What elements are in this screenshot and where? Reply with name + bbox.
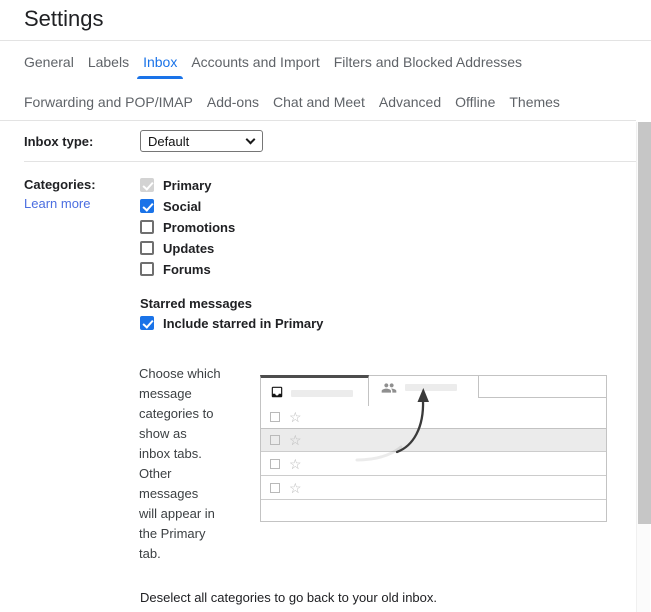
checkbox-social-label[interactable]: Social — [163, 199, 201, 214]
settings-tabs-row-1: General Labels Inbox Accounts and Import… — [24, 54, 522, 79]
preview-row-highlighted: ☆ — [261, 428, 606, 452]
checkbox-placeholder-icon — [270, 435, 280, 445]
tab-general[interactable]: General — [24, 54, 74, 70]
categories-checkbox-list: Primary Social Promotions Updates Forums — [140, 177, 235, 277]
star-icon: ☆ — [289, 408, 302, 425]
tab-labels[interactable]: Labels — [88, 54, 129, 70]
checkbox-updates-label[interactable]: Updates — [163, 241, 214, 256]
divider-under-title — [0, 40, 651, 41]
inbox-type-label: Inbox type: — [24, 134, 94, 149]
scrollbar-thumb[interactable] — [638, 122, 651, 524]
inbox-type-selected-value: Default — [148, 133, 190, 149]
checkbox-promotions-label[interactable]: Promotions — [163, 220, 235, 235]
settings-tabs-row-2: Forwarding and POP/IMAP Add-ons Chat and… — [24, 94, 560, 110]
people-icon — [381, 383, 397, 393]
tab-themes[interactable]: Themes — [509, 94, 560, 110]
star-icon: ☆ — [289, 479, 302, 496]
chevron-down-icon — [245, 134, 256, 144]
category-row-promotions: Promotions — [140, 220, 235, 235]
divider-under-inbox-type — [24, 161, 636, 162]
checkbox-primary — [140, 178, 154, 192]
page-title: Settings — [24, 6, 104, 31]
preview-message-rows: ☆ ☆ ☆ ☆ — [261, 405, 606, 520]
checkbox-updates[interactable] — [140, 241, 154, 255]
checkbox-placeholder-icon — [270, 411, 280, 422]
inbox-icon — [271, 386, 283, 398]
checkbox-placeholder-icon — [270, 458, 280, 469]
category-row-social: Social — [140, 199, 235, 214]
star-icon: ☆ — [289, 432, 302, 448]
preview-social-tab — [369, 375, 479, 398]
tab-chat-and-meet[interactable]: Chat and Meet — [273, 94, 365, 110]
categories-label: Categories: — [24, 177, 96, 192]
learn-more-link[interactable]: Learn more — [24, 196, 90, 211]
checkbox-primary-label: Primary — [163, 177, 212, 193]
preview-primary-tab — [260, 375, 369, 406]
gmail-settings-page: Settings General Labels Inbox Accounts a… — [0, 0, 651, 612]
preview-tab2-placeholder-bar — [405, 384, 457, 391]
star-icon: ☆ — [289, 455, 302, 472]
tab-filters-and-blocked-addresses[interactable]: Filters and Blocked Addresses — [334, 54, 522, 70]
tab-accounts-and-import[interactable]: Accounts and Import — [191, 54, 319, 70]
tab-offline[interactable]: Offline — [455, 94, 495, 110]
inbox-tabs-preview-image: ☆ ☆ ☆ ☆ — [260, 375, 607, 522]
category-row-forums: Forums — [140, 262, 235, 277]
checkbox-placeholder-icon — [270, 482, 280, 493]
preview-row-empty — [261, 500, 606, 520]
tab-forwarding-pop-imap[interactable]: Forwarding and POP/IMAP — [24, 94, 193, 110]
inbox-type-select[interactable]: Default — [140, 130, 263, 152]
preview-row: ☆ — [261, 405, 606, 429]
category-row-primary: Primary — [140, 177, 235, 193]
checkbox-forums[interactable] — [140, 262, 154, 276]
divider-under-tabs — [0, 120, 636, 121]
starred-messages-heading: Starred messages — [140, 296, 253, 311]
tab-advanced[interactable]: Advanced — [379, 94, 441, 110]
checkbox-include-starred[interactable] — [140, 316, 154, 330]
checkbox-include-starred-label[interactable]: Include starred in Primary — [163, 316, 323, 331]
preview-tab1-placeholder-bar — [291, 390, 353, 397]
tab-add-ons[interactable]: Add-ons — [207, 94, 259, 110]
checkbox-promotions[interactable] — [140, 220, 154, 234]
starred-checkbox-row: Include starred in Primary — [140, 316, 323, 331]
checkbox-forums-label[interactable]: Forums — [163, 262, 211, 277]
scrollbar-track[interactable] — [636, 122, 651, 612]
checkbox-social[interactable] — [140, 199, 154, 213]
categories-description-text: Choose which message categories to show … — [139, 366, 221, 561]
preview-row: ☆ — [261, 452, 606, 476]
tab-inbox[interactable]: Inbox — [137, 54, 184, 79]
category-row-updates: Updates — [140, 241, 235, 256]
preview-row: ☆ — [261, 476, 606, 500]
deselect-note: Deselect all categories to go back to yo… — [140, 590, 438, 605]
